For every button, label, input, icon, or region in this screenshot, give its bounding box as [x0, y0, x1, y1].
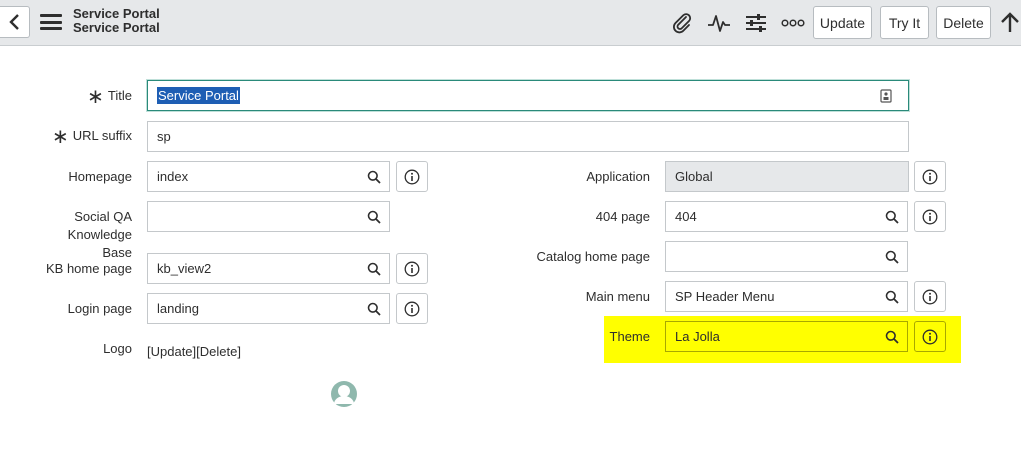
logo-delete-link[interactable]: [Delete] — [196, 344, 241, 359]
loading-spinner-icon — [329, 379, 359, 412]
kb-home-page-input[interactable]: kb_view2 — [147, 253, 359, 284]
logo-label: Logo — [103, 341, 132, 356]
application-input: Global — [665, 161, 909, 192]
social-qa-label: Social QA Knowledge Base — [67, 209, 132, 260]
paperclip-icon[interactable] — [669, 10, 695, 36]
info-icon — [922, 289, 938, 304]
title-label: ∗ Title — [87, 86, 132, 108]
required-icon: ∗ — [51, 126, 69, 148]
kb-home-page-lookup-button[interactable] — [358, 253, 390, 284]
required-icon: ∗ — [87, 86, 104, 108]
info-icon — [922, 209, 938, 224]
update-button[interactable]: Update — [813, 6, 872, 39]
search-icon — [885, 250, 899, 264]
social-qa-lookup-button[interactable] — [358, 201, 390, 232]
menu-icon[interactable] — [40, 12, 62, 32]
theme-label: Theme — [609, 329, 650, 344]
url-suffix-label: ∗ URL suffix — [51, 126, 132, 148]
catalog-home-page-label: Catalog home page — [536, 249, 650, 264]
page-404-label: 404 page — [595, 209, 650, 224]
logo-update-link[interactable]: [Update] — [147, 344, 196, 359]
theme-input[interactable]: La Jolla — [665, 321, 877, 352]
login-page-lookup-button[interactable] — [358, 293, 390, 324]
url-suffix-input[interactable]: sp — [147, 121, 909, 152]
arrow-up-icon[interactable] — [999, 10, 1021, 36]
title-input[interactable]: Service Portal — [147, 80, 909, 111]
page-404-lookup-button[interactable] — [876, 201, 908, 232]
delete-button[interactable]: Delete — [936, 6, 991, 39]
application-label: Application — [586, 169, 650, 184]
main-menu-lookup-button[interactable] — [876, 281, 908, 312]
search-icon — [885, 210, 899, 224]
chevron-left-icon — [8, 14, 19, 30]
back-button[interactable] — [0, 6, 30, 38]
homepage-input[interactable]: index — [147, 161, 359, 192]
sliders-icon[interactable] — [743, 10, 769, 36]
catalog-home-page-lookup-button[interactable] — [876, 241, 908, 272]
login-page-label: Login page — [67, 301, 132, 316]
catalog-home-page-input[interactable] — [665, 241, 877, 272]
search-icon — [367, 262, 381, 276]
theme-info-button[interactable] — [914, 321, 946, 352]
page-404-info-button[interactable] — [914, 201, 946, 232]
main-menu-info-button[interactable] — [914, 281, 946, 312]
search-icon — [367, 302, 381, 316]
record-title-line2: Service Portal — [73, 20, 160, 35]
try-it-button[interactable]: Try It — [880, 6, 929, 39]
record-title: Service Portal Service Portal — [73, 7, 160, 35]
suggestion-icon[interactable] — [880, 89, 892, 103]
page-404-input[interactable]: 404 — [665, 201, 877, 232]
application-info-button[interactable] — [914, 161, 946, 192]
record-title-line1: Service Portal — [73, 6, 160, 21]
more-icon[interactable] — [780, 10, 806, 36]
homepage-info-button[interactable] — [396, 161, 428, 192]
info-icon — [404, 301, 420, 316]
theme-lookup-button[interactable] — [876, 321, 908, 352]
info-icon — [404, 169, 420, 184]
social-qa-input[interactable] — [147, 201, 359, 232]
info-icon — [922, 329, 938, 344]
kb-home-page-label: KB home page — [45, 261, 132, 276]
search-icon — [885, 290, 899, 304]
info-icon — [404, 261, 420, 276]
title-value: Service Portal — [157, 87, 240, 104]
login-page-input[interactable]: landing — [147, 293, 359, 324]
homepage-label: Homepage — [68, 169, 132, 184]
search-icon — [367, 170, 381, 184]
search-icon — [367, 210, 381, 224]
main-menu-label: Main menu — [585, 289, 650, 304]
main-menu-input[interactable]: SP Header Menu — [665, 281, 877, 312]
logo-actions: [Update][Delete] — [147, 344, 241, 359]
kb-home-page-info-button[interactable] — [396, 253, 428, 284]
login-page-info-button[interactable] — [396, 293, 428, 324]
search-icon — [885, 330, 899, 344]
info-icon — [922, 169, 938, 184]
form-header: Service Portal Service Portal Update Try… — [0, 0, 1021, 46]
homepage-lookup-button[interactable] — [358, 161, 390, 192]
activity-icon[interactable] — [706, 10, 732, 36]
